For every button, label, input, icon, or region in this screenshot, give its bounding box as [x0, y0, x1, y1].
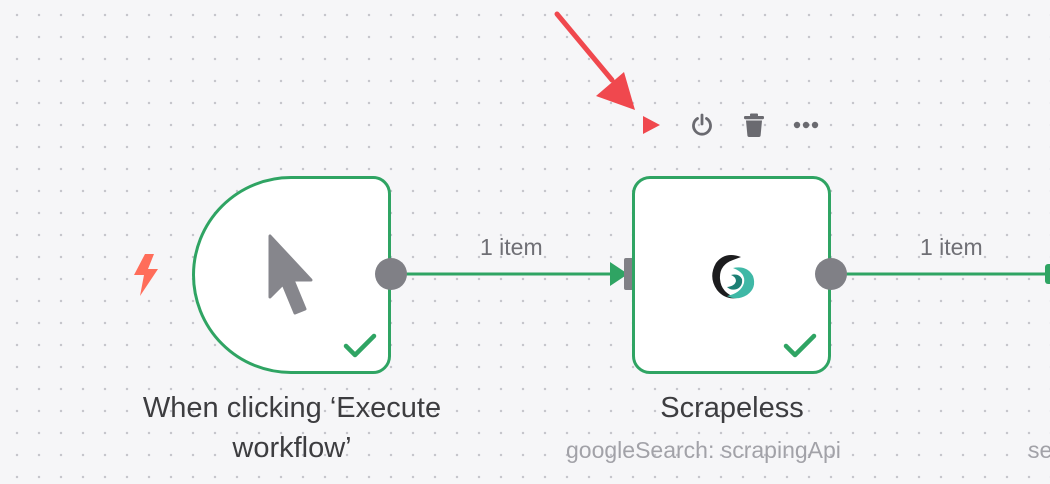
- scrapeless-output-handle[interactable]: [813, 256, 849, 292]
- deactivate-node-button[interactable]: [687, 110, 717, 140]
- scrapeless-logo-icon: [712, 255, 755, 299]
- checkmark-icon: [783, 333, 817, 358]
- next-node-input-handle: [1045, 264, 1050, 284]
- checkmark-icon: [343, 333, 377, 358]
- scrapeless-node-title: Scrapeless: [660, 392, 804, 424]
- more-horizontal-icon: [793, 121, 819, 129]
- more-options-button[interactable]: [791, 110, 821, 140]
- mouse-pointer-icon: [268, 234, 313, 315]
- manual-trigger-node[interactable]: [192, 176, 391, 374]
- scrapeless-node-subtitle: googleSearch: scrapingApi: [566, 437, 841, 463]
- trigger-output-handle[interactable]: [373, 256, 409, 292]
- scrapeless-node[interactable]: [632, 176, 831, 374]
- play-icon: [643, 116, 660, 134]
- power-icon: [692, 113, 712, 136]
- workflow-canvas[interactable]: 1 item 1 item When clicking ‘Execute wor…: [0, 0, 1050, 484]
- trigger-node-title: When clicking ‘Execute workflow’: [142, 392, 442, 464]
- connection-label-1: 1 item: [480, 234, 543, 260]
- connection-label-2: 1 item: [920, 234, 983, 260]
- next-node-subtitle-fragment: se: [1028, 437, 1050, 463]
- trash-icon: [744, 113, 764, 137]
- lightning-bolt-icon: [134, 254, 158, 296]
- execute-node-button[interactable]: [635, 110, 665, 140]
- delete-node-button[interactable]: [739, 110, 769, 140]
